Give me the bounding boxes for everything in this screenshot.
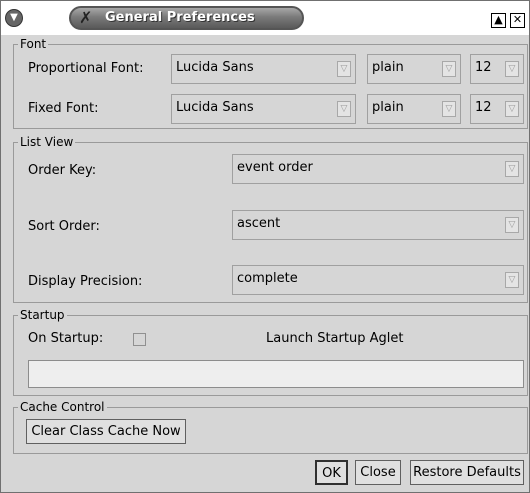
- dropdown-arrow-icon: ▽: [505, 101, 519, 117]
- list-view-legend: List View: [18, 134, 76, 150]
- order-key-value: event order: [237, 160, 313, 175]
- clear-class-cache-button[interactable]: Clear Class Cache Now: [26, 419, 186, 444]
- fixed-size-select[interactable]: 12 ▽: [470, 94, 524, 124]
- proportional-size-select[interactable]: 12 ▽: [470, 54, 524, 84]
- display-precision-select[interactable]: complete ▽: [232, 265, 524, 295]
- cache-control-legend: Cache Control: [18, 399, 107, 415]
- proportional-family-value: Lucida Sans: [176, 60, 254, 75]
- proportional-family-select[interactable]: Lucida Sans ▽: [171, 54, 356, 84]
- fixed-style-value: plain: [372, 100, 404, 115]
- shade-button[interactable]: ▲: [491, 13, 506, 28]
- chevron-down-icon: ▼: [10, 12, 18, 23]
- dropdown-arrow-icon: ▽: [337, 101, 351, 117]
- dropdown-arrow-icon: ▽: [442, 61, 456, 77]
- font-group: Font Proportional Font: Lucida Sans ▽ pl…: [13, 36, 528, 129]
- sort-order-label: Sort Order:: [28, 219, 100, 234]
- on-startup-label: On Startup:: [28, 331, 104, 346]
- window-menu-button[interactable]: ▼: [5, 9, 23, 27]
- font-legend: Font: [18, 36, 49, 52]
- fixed-family-select[interactable]: Lucida Sans ▽: [171, 94, 356, 124]
- order-key-select[interactable]: event order ▽: [232, 154, 524, 184]
- dropdown-arrow-icon: ▽: [337, 61, 351, 77]
- proportional-style-value: plain: [372, 60, 404, 75]
- startup-legend: Startup: [18, 307, 67, 323]
- proportional-font-label: Proportional Font:: [28, 61, 144, 76]
- fixed-family-value: Lucida Sans: [176, 100, 254, 115]
- dropdown-arrow-icon: ▽: [505, 272, 519, 288]
- proportional-size-value: 12: [475, 60, 492, 75]
- title-bar[interactable]: ▼ ✗ General Preferences ▲ ✕: [1, 1, 529, 35]
- launch-startup-label: Launch Startup Aglet: [266, 331, 404, 346]
- x-logo-icon: ✗: [79, 8, 93, 27]
- list-view-group: List View Order Key: event order ▽ Sort …: [13, 134, 528, 303]
- dropdown-arrow-icon: ▽: [442, 101, 456, 117]
- dropdown-arrow-icon: ▽: [505, 61, 519, 77]
- close-window-button[interactable]: ✕: [510, 13, 525, 28]
- restore-defaults-button[interactable]: Restore Defaults: [410, 460, 524, 485]
- dropdown-arrow-icon: ▽: [505, 161, 519, 177]
- display-precision-label: Display Precision:: [28, 274, 143, 289]
- startup-aglet-field[interactable]: [28, 360, 524, 388]
- dropdown-arrow-icon: ▽: [505, 217, 519, 233]
- sort-order-select[interactable]: ascent ▽: [232, 210, 524, 240]
- cache-control-group: Cache Control Clear Class Cache Now: [13, 399, 528, 454]
- startup-group: Startup On Startup: Launch Startup Aglet: [13, 307, 528, 396]
- preferences-window: ▼ ✗ General Preferences ▲ ✕ Font Proport…: [0, 0, 530, 493]
- sort-order-value: ascent: [237, 216, 281, 231]
- display-precision-value: complete: [237, 271, 298, 286]
- close-button[interactable]: Close: [355, 460, 401, 485]
- order-key-label: Order Key:: [28, 163, 97, 178]
- fixed-style-select[interactable]: plain ▽: [367, 94, 461, 124]
- ok-button[interactable]: OK: [315, 460, 348, 485]
- proportional-style-select[interactable]: plain ▽: [367, 54, 461, 84]
- on-startup-checkbox[interactable]: [133, 333, 146, 346]
- fixed-size-value: 12: [475, 100, 492, 115]
- window-title: General Preferences: [105, 10, 255, 25]
- fixed-font-label: Fixed Font:: [28, 101, 99, 116]
